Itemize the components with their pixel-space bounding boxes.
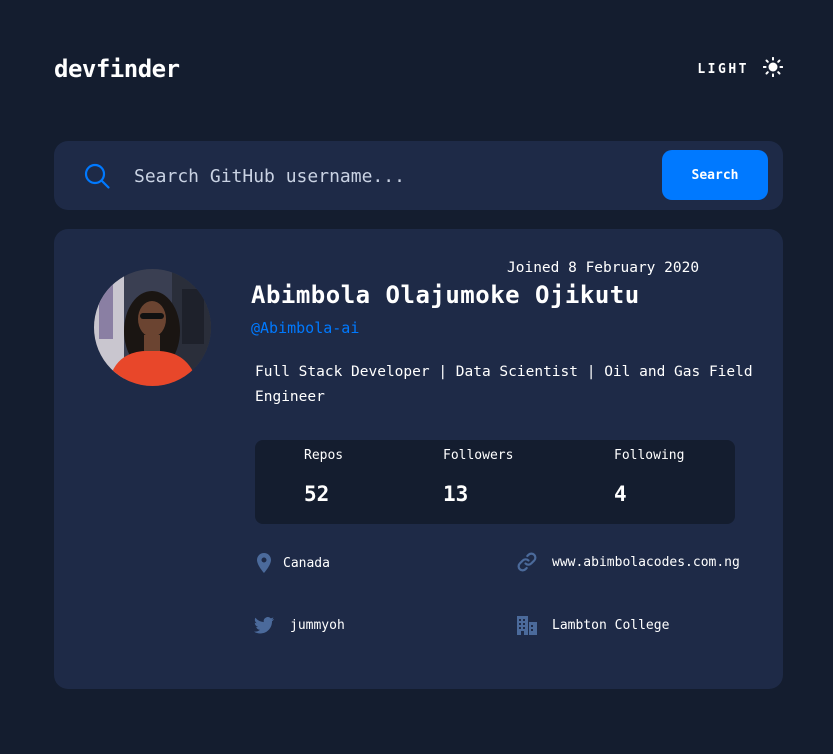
stat-repos: Repos 52 <box>304 448 343 506</box>
location-item: Canada <box>253 552 330 574</box>
website-item[interactable]: www.abimbolacodes.com.ng <box>516 551 740 573</box>
link-icon <box>516 551 538 573</box>
building-icon <box>516 614 538 636</box>
twitter-icon <box>253 614 275 636</box>
search-input[interactable] <box>134 159 624 193</box>
profile-name: Abimbola Olajumoke Ojikutu <box>251 281 640 309</box>
location-pin-icon <box>253 552 275 574</box>
search-bar: Search <box>54 141 783 210</box>
avatar <box>94 269 211 386</box>
joined-date: Joined 8 February 2020 <box>507 260 700 276</box>
stats-panel: Repos 52 Followers 13 Following 4 <box>255 440 735 524</box>
company-item: Lambton College <box>516 614 669 636</box>
website-link[interactable]: www.abimbolacodes.com.ng <box>552 555 740 570</box>
stat-followers-value: 13 <box>443 482 469 506</box>
location-text: Canada <box>283 555 330 571</box>
app-header: devfinder LIGHT <box>54 52 784 86</box>
stat-repos-label: Repos <box>304 448 344 463</box>
company-text: Lambton College <box>552 617 670 633</box>
profile-card: Joined 8 February 2020 Abimbola Olajumok… <box>54 229 783 689</box>
stat-following-label: Following <box>614 448 685 463</box>
profile-login-link[interactable]: @Abimbola-ai <box>251 319 359 337</box>
stat-followers: Followers 13 <box>443 448 513 506</box>
search-icon <box>84 163 110 189</box>
stat-following-value: 4 <box>614 482 627 506</box>
profile-bio: Full Stack Developer | Data Scientist | … <box>255 364 753 405</box>
search-button[interactable]: Search <box>662 150 768 200</box>
app-logo: devfinder <box>54 55 180 83</box>
sun-icon <box>762 56 784 81</box>
stat-repos-value: 52 <box>304 482 330 506</box>
twitter-item[interactable]: jummyoh <box>253 614 345 636</box>
stat-followers-label: Followers <box>443 448 514 463</box>
stat-following: Following 4 <box>614 448 684 506</box>
twitter-handle[interactable]: jummyoh <box>290 618 345 633</box>
theme-toggle-label: LIGHT <box>697 61 749 77</box>
theme-toggle-button[interactable]: LIGHT <box>697 56 784 81</box>
